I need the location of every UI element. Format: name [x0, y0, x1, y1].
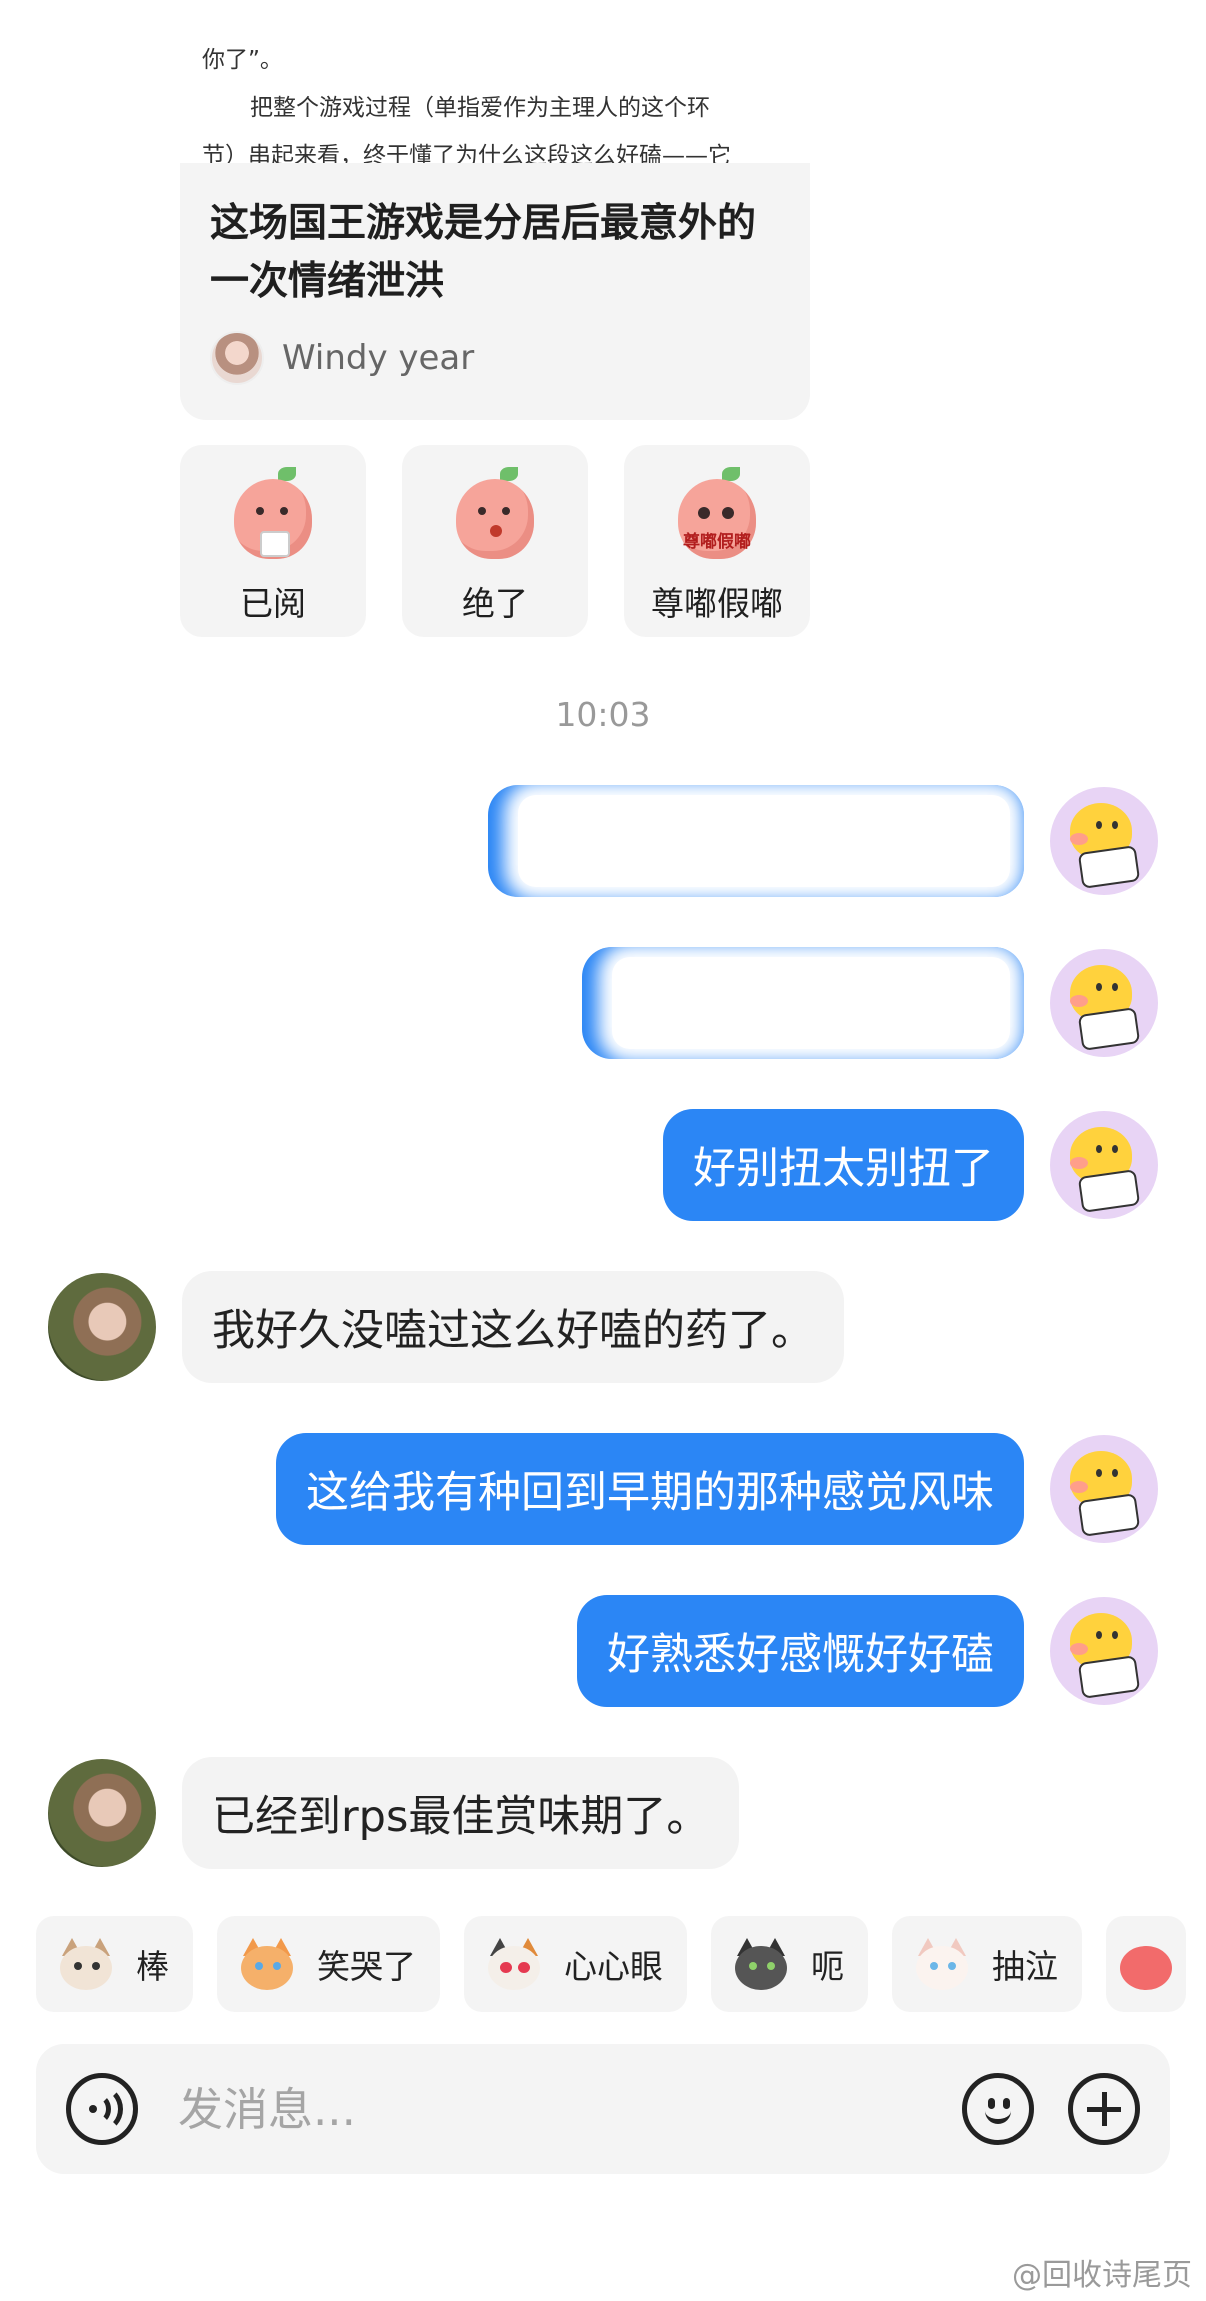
quick-emoji-chip[interactable]: 心心眼	[464, 1916, 687, 2012]
message-bubble[interactable]: 这给我有种回到早期的那种感觉风味	[276, 1433, 1024, 1545]
contact-avatar[interactable]	[48, 1273, 156, 1381]
peach-thumbs-up-sticker-icon	[452, 467, 538, 563]
incoming-message: 我好久没嗑过这么好嗑的药了。	[48, 1271, 844, 1383]
quick-emoji-row: 棒 笑哭了 心心眼 呃 抽泣	[36, 1916, 1186, 2012]
message-bubble[interactable]: 我好久没嗑过这么好嗑的药了。	[182, 1271, 844, 1383]
my-avatar[interactable]	[1050, 1111, 1158, 1219]
quick-emoji-chip-partial[interactable]	[1106, 1916, 1186, 2012]
emoji-button[interactable]	[962, 2073, 1034, 2145]
quick-emoji-label: 心心眼	[564, 1947, 663, 1986]
contact-avatar[interactable]	[48, 1759, 156, 1867]
message-timestamp: 10:03	[555, 695, 651, 734]
cat-thumbs-up-icon	[56, 1936, 116, 1992]
reaction-tile-awesome[interactable]: 绝了	[402, 445, 588, 637]
message-bubble[interactable]: 好熟悉好感慨好好磕	[577, 1595, 1024, 1707]
shared-article-card[interactable]: 你了”。 把整个游戏过程（单指爱作为主理人的这个环 节）串起来看，终于懂了为什么…	[180, 0, 810, 420]
quick-emoji-chip[interactable]: 笑哭了	[217, 1916, 440, 2012]
excerpt-line: 节）串起来看，终于懂了为什么这段这么好磕——它	[202, 143, 731, 165]
outgoing-message: 这给我有种回到早期的那种感觉风味	[276, 1433, 1158, 1545]
quick-emoji-label: 呃	[811, 1947, 844, 1986]
quick-emoji-chip[interactable]: 抽泣	[892, 1916, 1082, 2012]
cat-partial-icon	[1116, 1936, 1172, 1992]
message-input-bar	[36, 2044, 1170, 2174]
quick-emoji-label: 抽泣	[992, 1947, 1058, 1986]
watermark: @回收诗尾页	[1012, 2258, 1192, 2293]
author-avatar	[210, 331, 264, 385]
message-input[interactable]	[178, 2082, 942, 2136]
article-card-body: 这场国王游戏是分居后最意外的一次情绪泄洪 Windy year	[180, 163, 810, 420]
cat-sob-icon	[912, 1936, 972, 1992]
outgoing-message	[488, 785, 1158, 897]
article-author: Windy year	[210, 331, 780, 385]
my-avatar[interactable]	[1050, 1435, 1158, 1543]
reaction-label: 尊嘟假嘟	[651, 584, 783, 623]
message-bubble-blurred[interactable]	[582, 947, 1024, 1059]
cat-heart-eyes-icon	[484, 1936, 544, 1992]
author-name: Windy year	[282, 338, 475, 378]
plus-icon	[1087, 2092, 1121, 2126]
quick-emoji-chip[interactable]: 棒	[36, 1916, 193, 2012]
outgoing-message	[582, 947, 1158, 1059]
sticker-text: 尊嘟假嘟	[683, 532, 751, 552]
incoming-message: 已经到rps最佳赏味期了。	[48, 1757, 740, 1869]
message-bubble[interactable]: 好别扭太别扭了	[663, 1109, 1024, 1221]
article-excerpt: 你了”。 把整个游戏过程（单指爱作为主理人的这个环 节）串起来看，终于懂了为什么…	[180, 0, 810, 165]
excerpt-line: 你了”。	[202, 47, 283, 73]
message-bubble[interactable]: 已经到rps最佳赏味期了。	[182, 1757, 740, 1869]
reaction-tile-read[interactable]: 已阅	[180, 445, 366, 637]
reaction-tile-really[interactable]: 尊嘟假嘟 尊嘟假嘟	[624, 445, 810, 637]
cat-awkward-icon	[731, 1936, 791, 1992]
peach-surprised-sticker-icon: 尊嘟假嘟	[674, 467, 760, 563]
cat-laugh-cry-icon	[237, 1936, 297, 1992]
outgoing-message: 好熟悉好感慨好好磕	[577, 1595, 1158, 1707]
quick-emoji-label: 棒	[136, 1947, 169, 1986]
outgoing-message: 好别扭太别扭了	[663, 1109, 1158, 1221]
reaction-row: 已阅 绝了 尊嘟假嘟 尊嘟假嘟	[180, 445, 810, 637]
peach-tea-sticker-icon	[230, 467, 316, 563]
message-bubble-blurred[interactable]	[488, 785, 1024, 897]
quick-emoji-chip[interactable]: 呃	[711, 1916, 868, 2012]
reaction-label: 绝了	[462, 584, 528, 623]
voice-input-button[interactable]	[66, 2073, 138, 2145]
more-actions-button[interactable]	[1068, 2073, 1140, 2145]
quick-emoji-label: 笑哭了	[317, 1947, 416, 1986]
my-avatar[interactable]	[1050, 949, 1158, 1057]
article-title: 这场国王游戏是分居后最意外的一次情绪泄洪	[210, 201, 757, 304]
reaction-label: 已阅	[240, 584, 306, 623]
chat-screen: 你了”。 把整个游戏过程（单指爱作为主理人的这个环 节）串起来看，终于懂了为什么…	[0, 0, 1206, 2301]
excerpt-line: 把整个游戏过程（单指爱作为主理人的这个环	[250, 95, 710, 121]
my-avatar[interactable]	[1050, 1597, 1158, 1705]
my-avatar[interactable]	[1050, 787, 1158, 895]
